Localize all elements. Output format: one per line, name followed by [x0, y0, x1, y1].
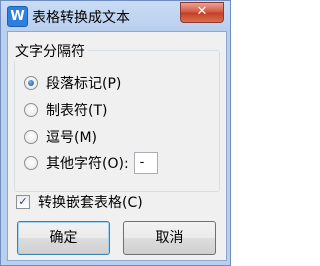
- radio-label: 逗号(M): [46, 130, 98, 146]
- wps-writer-icon: W: [7, 6, 28, 27]
- ok-button[interactable]: 确定: [17, 221, 110, 255]
- radio-button[interactable]: [24, 103, 38, 117]
- close-button[interactable]: ✕: [180, 2, 224, 23]
- checkmark-icon: ✓: [18, 195, 28, 208]
- radio-label: 段落标记(P): [46, 76, 122, 92]
- dialog-window: W 表格转换成文本 ✕ 文字分隔符 段落标记(P) 制表符(T) 逗号(M) 其…: [0, 0, 231, 266]
- radio-button[interactable]: [24, 130, 38, 144]
- title-bar[interactable]: W 表格转换成文本 ✕: [1, 1, 230, 31]
- dialog-body: 文字分隔符 段落标记(P) 制表符(T) 逗号(M) 其他字符(O): - ✓ …: [7, 31, 227, 261]
- checkbox[interactable]: ✓: [16, 195, 30, 209]
- other-char-input[interactable]: -: [133, 152, 158, 174]
- radio-button[interactable]: [24, 156, 38, 170]
- close-icon: ✕: [196, 4, 208, 19]
- radio-paragraph-mark[interactable]: 段落标记(P): [24, 73, 121, 93]
- dialog-title: 表格转换成文本: [32, 10, 130, 26]
- cancel-button[interactable]: 取消: [123, 221, 216, 255]
- radio-other-char[interactable]: 其他字符(O): -: [24, 152, 158, 174]
- nested-table-label: 转换嵌套表格(C): [38, 195, 143, 211]
- radio-button-checked[interactable]: [24, 76, 38, 90]
- radio-label: 制表符(T): [46, 103, 108, 119]
- radio-comma[interactable]: 逗号(M): [24, 127, 97, 147]
- radio-label: 其他字符(O):: [46, 156, 129, 172]
- radio-tab[interactable]: 制表符(T): [24, 100, 107, 120]
- nested-table-option[interactable]: ✓ 转换嵌套表格(C): [16, 192, 143, 212]
- separator-group-label: 文字分隔符: [13, 41, 87, 61]
